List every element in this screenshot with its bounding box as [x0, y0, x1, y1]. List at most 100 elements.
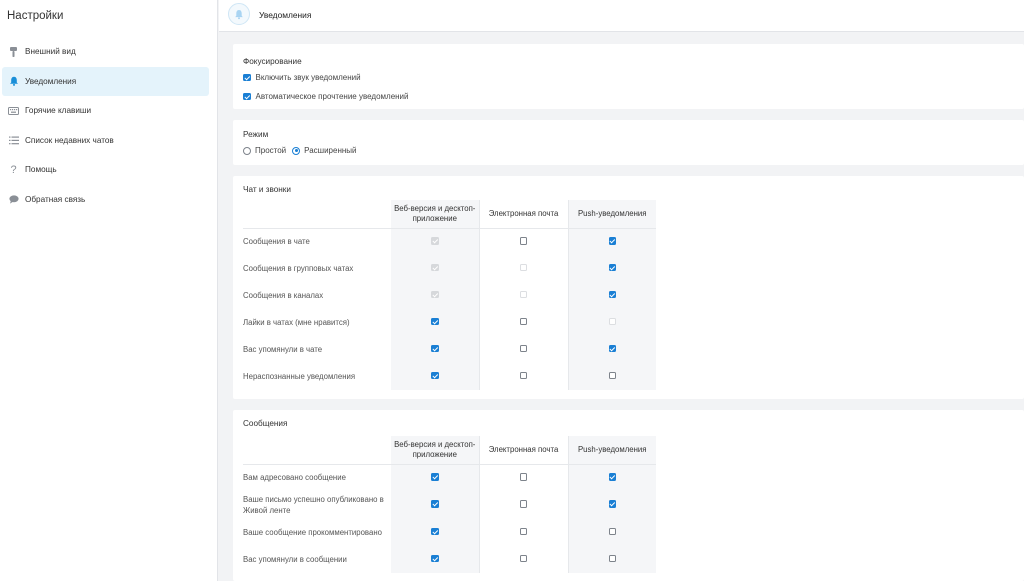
push-checkbox[interactable]	[608, 237, 616, 245]
mode-title: Режим	[243, 130, 269, 139]
sound-checkbox[interactable]	[243, 73, 251, 82]
web-checkbox[interactable]	[431, 344, 439, 353]
cell-push	[568, 282, 656, 309]
sidebar-item-feedback[interactable]: Обратная связь	[2, 185, 209, 215]
table-row: Сообщения в групповых чатах	[243, 255, 656, 282]
cell-web	[391, 282, 479, 309]
row-label: Сообщения в чате	[243, 237, 310, 247]
cell-push	[568, 309, 656, 336]
cell-email	[478, 464, 569, 491]
sidebar-item-help[interactable]: ? Помощь	[2, 155, 209, 185]
cell-web	[391, 546, 479, 573]
web-checkbox[interactable]	[431, 317, 439, 326]
page-header: Уведомления	[219, 0, 1024, 32]
row-label: Ваше сообщение прокомментировано	[243, 528, 382, 537]
mode-simple-radio[interactable]	[243, 146, 251, 155]
push-checkbox[interactable]	[608, 290, 616, 299]
web-checkbox[interactable]	[431, 473, 439, 481]
email-checkbox[interactable]	[519, 317, 528, 326]
table-row: Ваше сообщение прокомментировано	[243, 519, 656, 546]
push-checkbox[interactable]	[608, 371, 616, 380]
row-label: Лайки в чатах (мне нравится)	[243, 318, 350, 327]
col-email-header: Электронная почта	[478, 200, 569, 229]
cell-push	[568, 464, 656, 491]
auto-read-label: Автоматическое прочтение уведомлений	[255, 92, 409, 101]
chat-calls-title: Чат и звонки	[243, 185, 291, 194]
mode-extended-label[interactable]: Расширенный	[304, 146, 356, 155]
table-row: Ваше письмо успешно опубликовано в Живой…	[243, 491, 656, 519]
push-checkbox[interactable]	[608, 344, 616, 353]
cell-email	[478, 228, 569, 255]
cell-web	[391, 519, 479, 546]
cell-push	[568, 336, 656, 363]
push-checkbox[interactable]	[608, 527, 616, 536]
cell-email	[478, 282, 569, 309]
chat-calls-card: Чат и звонки Веб-версия и десктоп-прилож…	[233, 176, 1024, 399]
question-icon: ?	[10, 163, 17, 176]
cell-web	[391, 228, 479, 255]
web-checkbox[interactable]	[431, 500, 439, 508]
web-checkbox	[431, 290, 439, 299]
cell-email	[478, 546, 569, 573]
web-checkbox[interactable]	[431, 371, 439, 380]
email-checkbox[interactable]	[519, 554, 528, 563]
cell-push	[568, 228, 656, 255]
cell-web	[391, 491, 479, 519]
col-web-header: Веб-версия и десктоп-приложение	[391, 436, 479, 465]
row-label: Вас упомянули в чате	[243, 345, 323, 354]
bell-icon	[228, 3, 250, 25]
row-label: Вас упомянули в сообщении	[243, 555, 347, 564]
table-row: Вас упомянули в сообщении	[243, 546, 656, 573]
cell-push	[568, 519, 656, 546]
sound-option[interactable]: Включить звук уведомлений	[243, 73, 361, 82]
sidebar-nav: Внешний вид Уведомления Горячие клавиши …	[0, 37, 218, 214]
sidebar-item-notifications[interactable]: Уведомления	[2, 66, 209, 96]
cell-email	[478, 336, 569, 363]
sidebar-item-label: Помощь	[25, 165, 57, 175]
messages-card: Сообщения Веб-версия и десктоп-приложени…	[233, 410, 1024, 581]
mode-simple-label[interactable]: Простой	[255, 146, 286, 155]
push-checkbox[interactable]	[608, 473, 616, 481]
push-checkbox[interactable]	[608, 500, 616, 508]
cell-email	[478, 309, 569, 336]
focus-card: Фокусирование Включить звук уведомлений …	[233, 44, 1024, 109]
cell-email	[478, 491, 569, 519]
auto-read-option[interactable]: Автоматическое прочтение уведомлений	[243, 92, 409, 101]
push-checkbox[interactable]	[608, 263, 616, 272]
table-row: Нераспознанные уведомления	[243, 363, 656, 390]
cell-push	[568, 491, 656, 519]
cell-push	[568, 546, 656, 573]
mode-extended-radio[interactable]	[292, 146, 301, 155]
row-label: Нераспознанные уведомления	[243, 372, 356, 381]
mode-options: Простой Расширенный	[243, 146, 357, 155]
email-checkbox[interactable]	[519, 344, 528, 353]
sound-label: Включить звук уведомлений	[255, 73, 361, 82]
sidebar-item-hotkeys[interactable]: Горячие клавиши	[2, 96, 209, 126]
web-checkbox[interactable]	[431, 527, 439, 536]
list-icon	[8, 135, 19, 146]
email-checkbox[interactable]	[519, 500, 528, 508]
row-label: Ваше письмо успешно опубликовано в Живой…	[243, 495, 384, 515]
bell-icon	[8, 76, 19, 87]
keyboard-icon	[8, 105, 19, 116]
email-checkbox[interactable]	[519, 371, 528, 380]
table-row: Вам адресовано сообщение	[243, 464, 656, 491]
messages-title: Сообщения	[243, 419, 288, 428]
email-checkbox[interactable]	[519, 237, 528, 245]
sidebar-item-recent-chats[interactable]: Список недавних чатов	[2, 126, 209, 156]
push-checkbox[interactable]	[608, 554, 616, 563]
cell-web	[391, 363, 479, 390]
email-checkbox[interactable]	[519, 473, 528, 481]
messages-table: Веб-версия и десктоп-приложение Электрон…	[243, 436, 656, 573]
web-checkbox	[431, 263, 439, 272]
web-checkbox[interactable]	[431, 554, 439, 563]
col-email-header: Электронная почта	[478, 436, 569, 465]
auto-read-checkbox[interactable]	[243, 92, 251, 101]
email-checkbox[interactable]	[519, 527, 528, 536]
sidebar-item-appearance[interactable]: Внешний вид	[2, 37, 209, 67]
row-label: Вам адресовано сообщение	[243, 473, 346, 483]
focus-title: Фокусирование	[243, 57, 302, 66]
brush-icon	[8, 46, 19, 57]
sidebar-item-label: Горячие клавиши	[25, 106, 92, 116]
col-push-header: Push-уведомления	[568, 436, 656, 465]
